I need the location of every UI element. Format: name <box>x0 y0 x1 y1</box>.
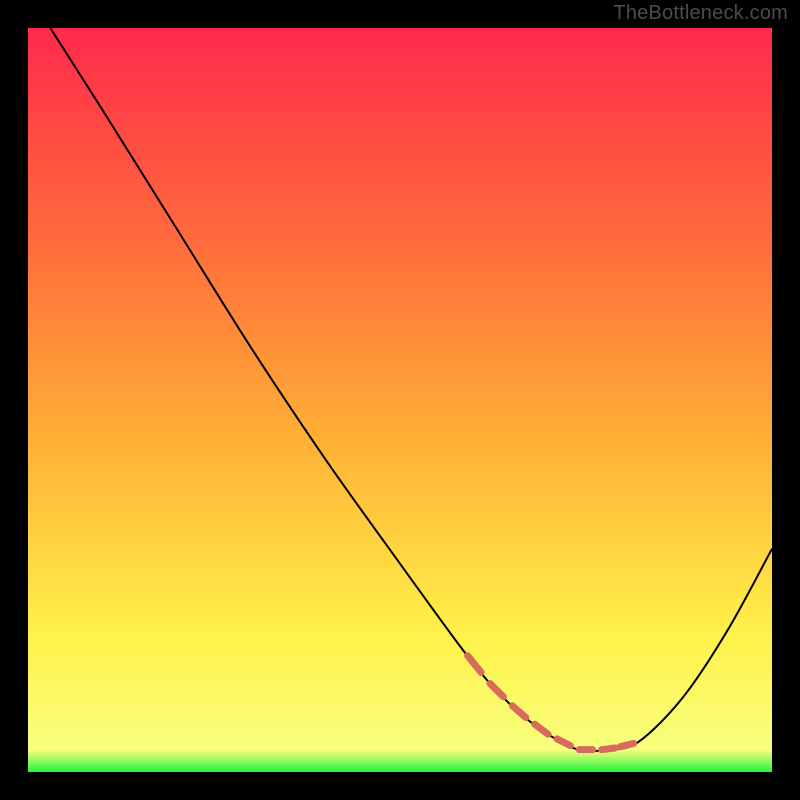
chart-root: { "watermark": "TheBottleneck.com", "cha… <box>0 0 800 800</box>
optimal-marker-seg <box>620 743 633 746</box>
plot-background <box>28 28 772 772</box>
optimal-marker-seg <box>602 748 615 750</box>
watermark-text: TheBottleneck.com <box>613 2 788 25</box>
bottleneck-chart <box>0 0 800 800</box>
